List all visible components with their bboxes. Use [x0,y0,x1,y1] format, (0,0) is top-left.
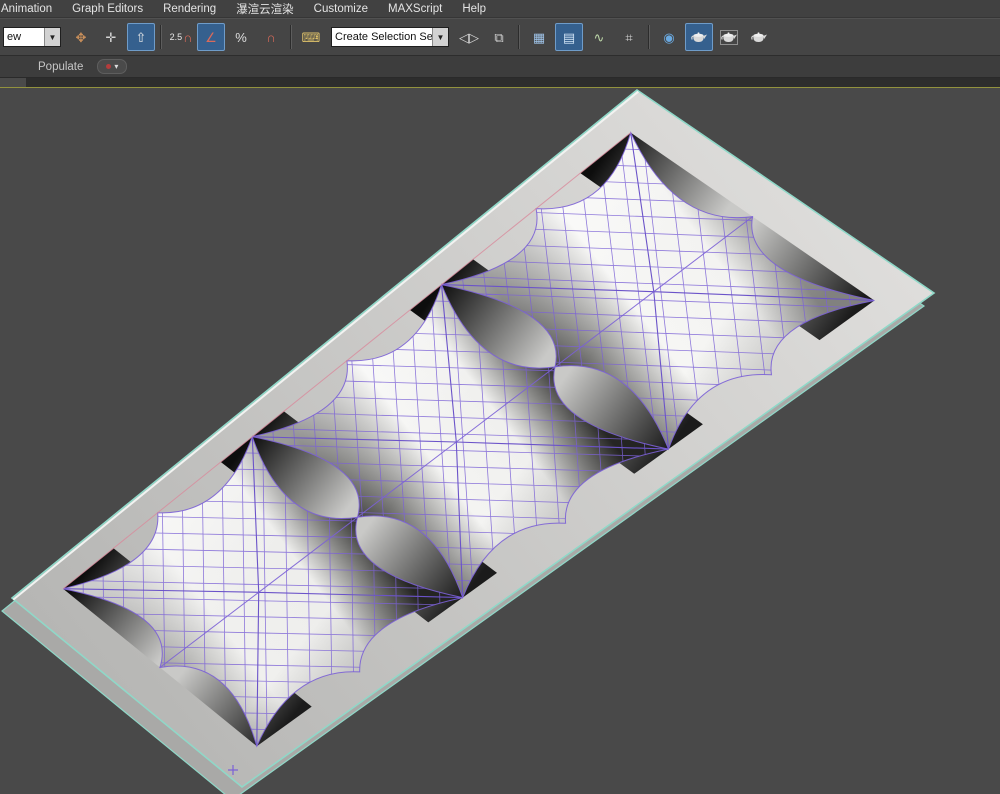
menu-item-customize[interactable]: Customize [304,2,378,16]
render-setup-button[interactable] [685,23,713,51]
mirror-button[interactable]: ◁▷ [455,23,483,51]
viewport[interactable] [0,88,1000,794]
use-pivot-point-center-icon: ⇧ [136,31,147,44]
tab-populate[interactable]: Populate [0,61,97,73]
select-and-move-button[interactable]: ✛ [97,23,125,51]
select-and-move-icon: ✛ [106,31,117,44]
reference-coordinate-dropdown[interactable]: ew ▼ [3,27,61,47]
teapot-icon [750,30,768,45]
toolbar-left-group: ✥✛⇧2.5∩∠%∩⌨ [67,23,325,51]
select-and-manipulate-icon: ✥ [76,31,87,44]
named-selection-sets-value: Create Selection Se [332,31,432,43]
reference-coordinate-value: ew [4,31,44,43]
menu-item-animation[interactable]: Animation [0,2,62,16]
keyboard-shortcut-override-toggle-icon: ⌨ [302,31,321,44]
layer-manager-button[interactable]: ▤ [555,23,583,51]
graphite-modeling-ribbon-button[interactable]: ▦ [525,23,553,51]
toolbar-right-group: ◁▷ ⧉ ▦ ▤ ∿ ⌗ ◉ [455,23,773,51]
percent-snap-toggle-button[interactable]: % [227,23,255,51]
rendered-frame-window-button[interactable] [715,23,743,51]
menu-bar: Animation Graph Editors Rendering 瀑渲云渲染 … [0,0,1000,18]
render-production-button[interactable] [745,23,773,51]
snaps-toggle-2-5d-icon: ∩ [183,31,192,44]
toolbar-separator [290,25,292,49]
use-pivot-point-center-button[interactable]: ⇧ [127,23,155,51]
chevron-down-icon[interactable]: ▼ [44,28,60,46]
record-dot-icon [106,64,111,69]
named-selection-sets-dropdown[interactable]: Create Selection Se ▼ [331,27,449,47]
spinner-snap-toggle-icon: ∩ [266,31,275,44]
schematic-view-button[interactable]: ⌗ [615,23,643,51]
ribbon-corner-tab [0,78,26,87]
select-and-manipulate-button[interactable]: ✥ [67,23,95,51]
spinner-snap-toggle-button[interactable]: ∩ [257,23,285,51]
menu-item-help[interactable]: Help [452,2,496,16]
layer-manager-icon: ▤ [563,31,575,44]
schematic-view-icon: ⌗ [625,31,632,44]
menu-item-cloud-render[interactable]: 瀑渲云渲染 [226,0,304,18]
align-icon: ⧉ [494,31,503,44]
ribbon-row: Populate ▾ [0,56,1000,78]
chevron-down-icon: ▾ [114,64,118,70]
snaps-toggle-2-5d-button[interactable]: 2.5∩ [167,23,195,51]
main-toolbar: ew ▼ ✥✛⇧2.5∩∠%∩⌨ Create Selection Se ▼ ◁… [0,18,1000,56]
viewport-canvas[interactable] [0,88,1000,794]
material-editor-button[interactable]: ◉ [655,23,683,51]
ribbon-minimize-button[interactable]: ▾ [97,59,127,74]
graphite-modeling-ribbon-icon: ▦ [533,31,545,44]
snaps-toggle-2-5d-label: 2.5 [170,33,183,42]
material-editor-icon: ◉ [663,31,674,44]
curve-editor-button[interactable]: ∿ [585,23,613,51]
menu-item-maxscript[interactable]: MAXScript [378,2,452,16]
teapot-icon [720,30,738,45]
percent-snap-toggle-icon: % [235,31,247,44]
menu-item-graph-editors[interactable]: Graph Editors [62,2,153,16]
angle-snap-toggle-icon: ∠ [205,31,217,44]
chevron-down-icon[interactable]: ▼ [432,28,448,46]
menu-item-rendering[interactable]: Rendering [153,2,226,16]
ribbon-substrip [0,78,1000,87]
mirror-icon: ◁▷ [459,31,479,44]
teapot-icon [690,30,708,45]
toolbar-separator [648,25,650,49]
toolbar-separator [518,25,520,49]
keyboard-shortcut-override-toggle-button[interactable]: ⌨ [297,23,325,51]
toolbar-separator [160,25,162,49]
curve-editor-icon: ∿ [594,31,605,44]
align-button[interactable]: ⧉ [485,23,513,51]
angle-snap-toggle-button[interactable]: ∠ [197,23,225,51]
